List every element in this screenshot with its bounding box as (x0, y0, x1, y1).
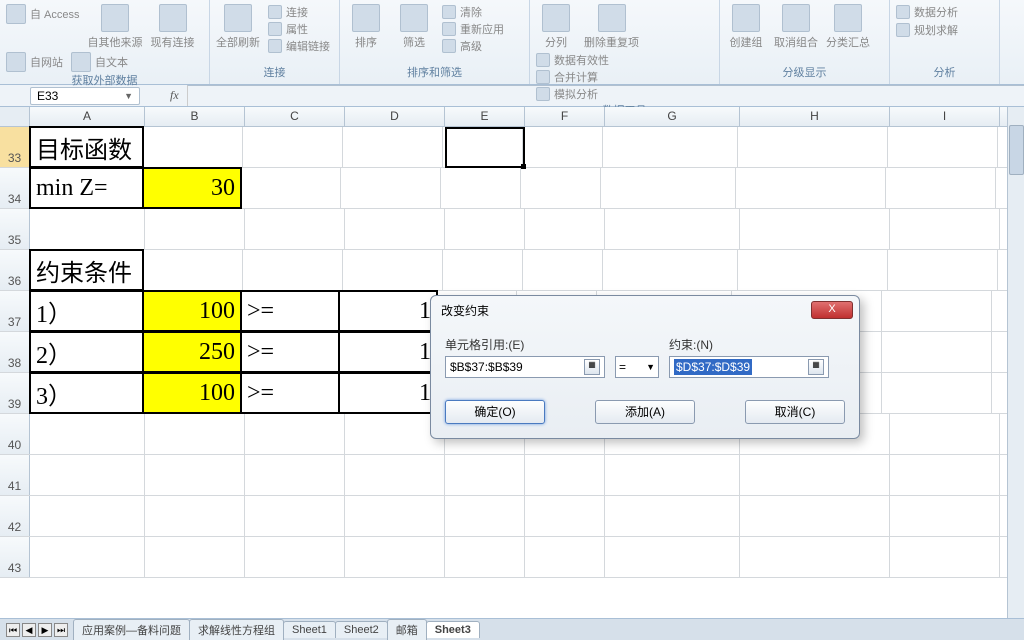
row-header[interactable]: 34 (0, 168, 30, 208)
cell[interactable]: 目标函数 (29, 126, 144, 168)
ribbon-btn-subtotal[interactable]: 分类汇总 (826, 4, 870, 50)
close-icon[interactable]: X (811, 301, 853, 319)
range-picker-icon[interactable]: ▦ (808, 359, 824, 375)
dialog-title: 改变约束 (441, 302, 489, 319)
col-header-A[interactable]: A (30, 107, 145, 126)
ribbon-btn-conn[interactable]: 连接 (268, 4, 330, 20)
add-button[interactable]: 添加(A) (595, 400, 695, 424)
ribbon-btn-prop[interactable]: 属性 (268, 21, 330, 37)
col-header-F[interactable]: F (525, 107, 605, 126)
ribbon-btn-ungroup[interactable]: 取消组合 (774, 4, 818, 50)
formula-input[interactable] (187, 85, 1024, 106)
ribbon-btn-valid[interactable]: 数据有效性 (536, 52, 609, 68)
ribbon-btn-split[interactable]: 分列 (536, 4, 576, 50)
sheet-tab[interactable]: Sheet1 (283, 621, 336, 638)
col-header-E[interactable]: E (445, 107, 525, 126)
operator-select[interactable]: =▼ (615, 356, 659, 378)
change-constraint-dialog: 改变约束 X 单元格引用:(E) $B$37:$B$39 ▦ =▼ 约束:(N)… (430, 295, 860, 439)
range-picker-icon[interactable]: ▦ (584, 359, 600, 375)
tab-nav-prev[interactable]: ◀ (22, 623, 36, 637)
cancel-button[interactable]: 取消(C) (745, 400, 845, 424)
ribbon-btn-adv[interactable]: 高级 (442, 38, 504, 54)
ribbon-btn-sort[interactable]: 排序 (346, 4, 386, 50)
fx-icon[interactable]: fx (170, 88, 179, 103)
ribbon-btn-clear[interactable]: 清除 (442, 4, 504, 20)
sheet-tab-active[interactable]: Sheet3 (426, 621, 480, 638)
sheet-tab[interactable]: Sheet2 (335, 621, 388, 638)
col-header-C[interactable]: C (245, 107, 345, 126)
vertical-scrollbar[interactable] (1007, 107, 1024, 618)
ribbon-btn-reapply[interactable]: 重新应用 (442, 21, 504, 37)
ribbon-btn-edit[interactable]: 编辑链接 (268, 38, 330, 54)
tab-nav-next[interactable]: ▶ (38, 623, 52, 637)
row-header[interactable]: 33 (0, 127, 30, 167)
ribbon-btn-text[interactable]: 自文本 (71, 52, 128, 72)
ribbon-btn-web[interactable]: 自网站 (6, 52, 63, 72)
tab-nav-last[interactable]: ⏭ (54, 623, 68, 637)
sheet-tabs: ⏮ ◀ ▶ ⏭ 应用案例—备料问题 求解线性方程组 Sheet1 Sheet2 … (0, 618, 1024, 640)
select-all-corner[interactable] (0, 107, 30, 126)
ribbon-btn-filter[interactable]: 筛选 (394, 4, 434, 50)
name-box[interactable]: E33▼ (30, 87, 140, 105)
ribbon-btn-dedup[interactable]: 删除重复项 (584, 4, 639, 50)
ribbon-btn-access[interactable]: 自 Access (6, 4, 80, 24)
ribbon-btn-solver[interactable]: 规划求解 (896, 22, 958, 38)
ok-button[interactable]: 确定(O) (445, 400, 545, 424)
ribbon: 自 Access 自其他来源 现有连接 自网站 自文本 获取外部数据 全部刷新 … (0, 0, 1024, 85)
sheet-tab[interactable]: 求解线性方程组 (189, 619, 284, 640)
col-header-I[interactable]: I (890, 107, 1000, 126)
ribbon-btn-existing[interactable]: 现有连接 (151, 4, 195, 50)
ribbon-btn-merge[interactable]: 合并计算 (536, 69, 609, 85)
cell-ref-input[interactable]: $B$37:$B$39 ▦ (445, 356, 605, 378)
sheet-tab[interactable]: 邮箱 (387, 619, 427, 640)
col-header-G[interactable]: G (605, 107, 740, 126)
constraint-label: 约束:(N) (669, 336, 829, 353)
col-header-H[interactable]: H (740, 107, 890, 126)
ribbon-btn-analysis[interactable]: 数据分析 (896, 4, 958, 20)
ribbon-btn-refresh[interactable]: 全部刷新 (216, 4, 260, 50)
tab-nav-first[interactable]: ⏮ (6, 623, 20, 637)
cell-ref-label: 单元格引用:(E) (445, 336, 605, 353)
ribbon-btn-group[interactable]: 创建组 (726, 4, 766, 50)
ribbon-btn-other-source[interactable]: 自其他来源 (88, 4, 143, 50)
sheet-tab[interactable]: 应用案例—备料问题 (73, 619, 190, 640)
col-header-D[interactable]: D (345, 107, 445, 126)
col-header-B[interactable]: B (145, 107, 245, 126)
constraint-input[interactable]: $D$37:$D$39 ▦ (669, 356, 829, 378)
